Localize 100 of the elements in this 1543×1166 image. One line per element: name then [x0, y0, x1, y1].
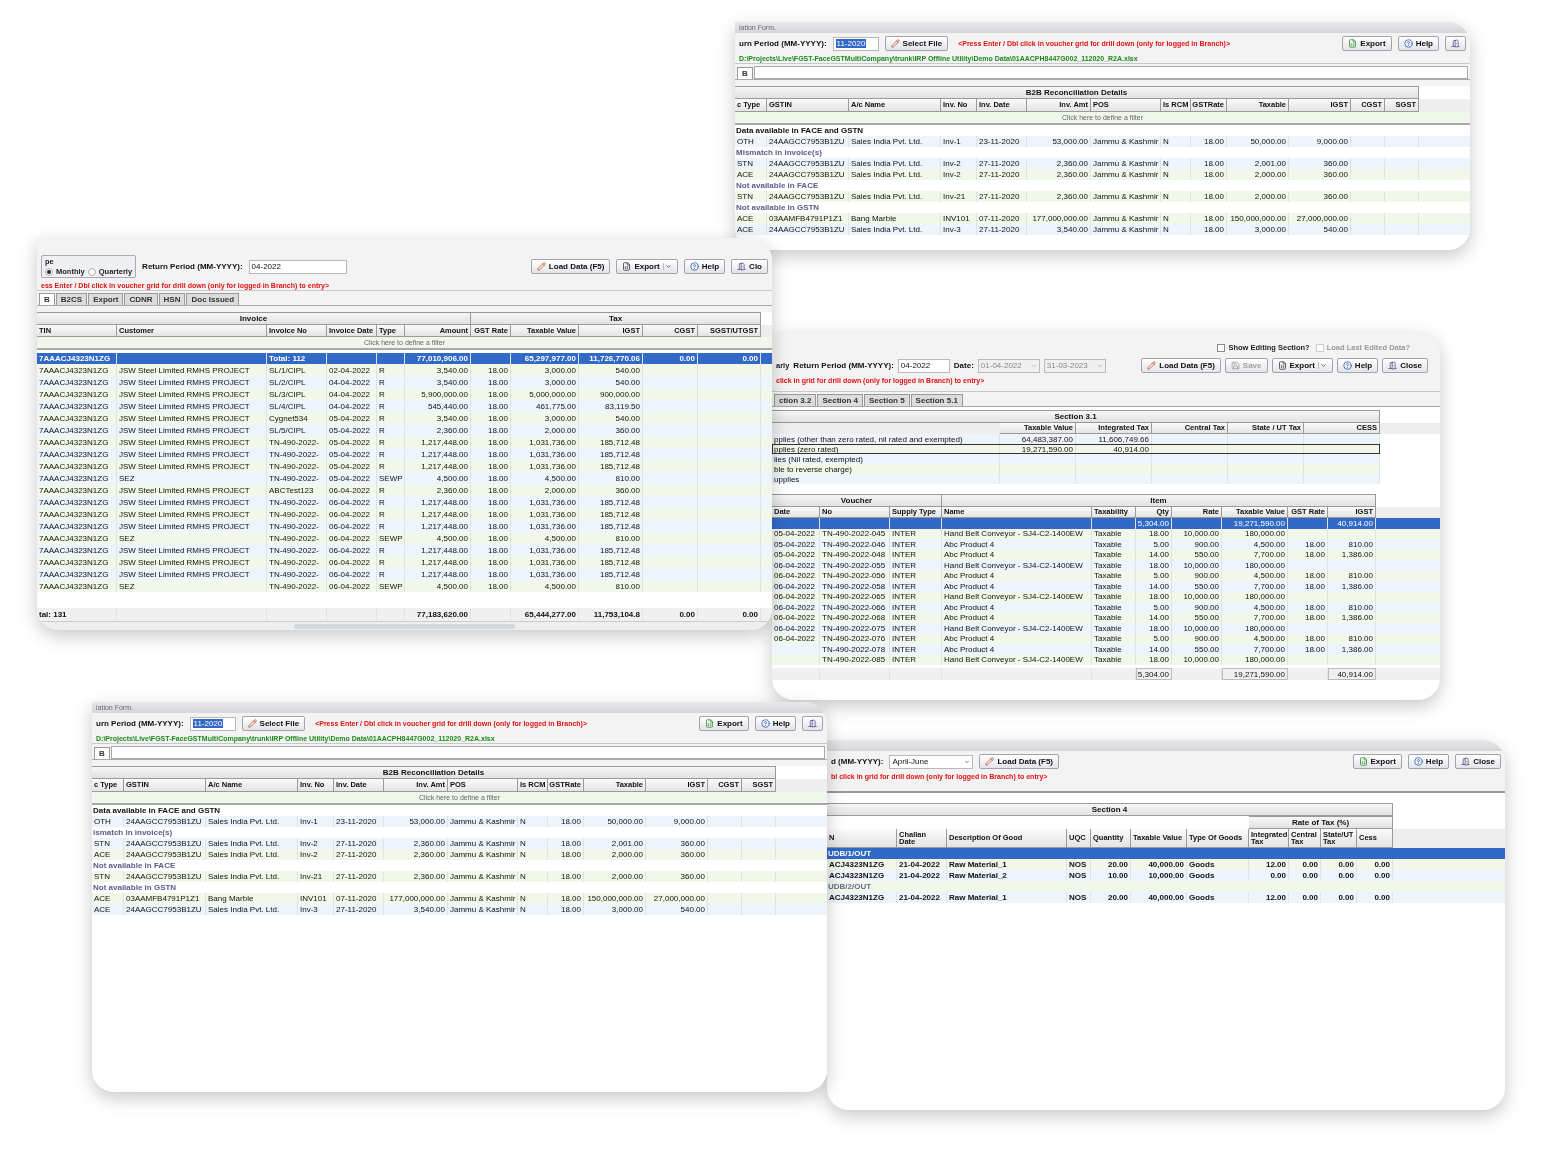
table-cell: SEWP	[377, 580, 405, 592]
tab[interactable]: HSN	[158, 293, 186, 305]
period-field[interactable]: 04-2022	[248, 259, 347, 274]
toolbar-button[interactable]: Export	[1352, 754, 1402, 769]
toolbar-button[interactable]: Help	[1397, 36, 1439, 51]
table-cell: 18.00	[1288, 581, 1328, 592]
caret-icon[interactable]	[964, 758, 971, 765]
table-cell: SEZ	[117, 580, 267, 592]
footer-total: 19,271,590.00	[1222, 668, 1288, 680]
toolbar-button[interactable]: Export	[616, 259, 678, 274]
table-cell: 4,500.00	[1222, 602, 1288, 613]
total-row[interactable]: 7AAACJ4323N1ZG Total: 112 77,010,906.00 65,297,977.00 11,726,770.06 0.00 0.00	[37, 353, 772, 364]
column-group-header: Tax	[471, 312, 761, 325]
table-cell: Taxable	[1092, 539, 1136, 550]
table-cell: 3,540.00	[384, 904, 448, 915]
table-cell: 180,000.00	[1222, 654, 1288, 665]
tab[interactable]: Export	[88, 293, 124, 305]
period-field[interactable]: 11-2020	[832, 36, 879, 51]
table-title: B2B Reconciliation Details	[92, 766, 776, 779]
dropdown-toggle[interactable]	[662, 263, 672, 270]
toolbar-button[interactable]: Load Data (F5)	[1141, 358, 1221, 373]
spreadsheet-icon	[1358, 757, 1368, 766]
table-cell: Sales India Pvt. Ltd.	[849, 224, 941, 235]
toolbar-button[interactable]: Help	[1407, 754, 1450, 769]
table-cell: 7AAACJ4323N1ZG	[37, 580, 117, 592]
table-cell: Abc Product 4	[942, 539, 1092, 550]
radio-button[interactable]	[87, 267, 96, 276]
dropdown-toggle[interactable]	[1317, 362, 1327, 369]
table-cell: TN-490-2022-078	[820, 644, 890, 655]
table-cell: 10,000.00	[1172, 560, 1222, 571]
tab[interactable]: Section 5.1	[910, 394, 963, 406]
scrollbar-thumb[interactable]	[294, 623, 515, 629]
period-field[interactable]: 11-2020	[189, 716, 236, 731]
document-icon	[1277, 361, 1287, 370]
tab[interactable]: CDNR	[124, 293, 158, 305]
toolbar-button[interactable]: Export	[699, 716, 749, 731]
caret-icon[interactable]	[1096, 362, 1103, 369]
table-cell: 21-04-2022	[897, 892, 947, 903]
table-cell: 24AAGCC7953B1ZU	[124, 904, 206, 915]
close-button[interactable]	[802, 716, 823, 731]
toolbar-button[interactable]: Load Data (F5)	[530, 259, 611, 274]
toolbar-button[interactable]: Export	[1271, 358, 1333, 373]
group-header: Mismatch in invoice(s)	[735, 147, 823, 158]
door-icon	[1461, 757, 1471, 766]
tab[interactable]: Doc Issued	[186, 293, 240, 305]
toolbar-button[interactable]: Close	[1382, 358, 1428, 373]
caret-icon[interactable]	[1030, 362, 1037, 369]
table-cell: 27-11-2020	[334, 904, 384, 915]
toolbar-button[interactable]: Help	[1336, 358, 1379, 373]
select-file-button[interactable]: Select File	[241, 716, 306, 731]
table-cell: 180,000.00	[1222, 560, 1288, 571]
field-label: d (MM-YYYY):	[831, 757, 884, 766]
tab[interactable]: ction 3.2	[774, 394, 817, 406]
table-title: Section 4	[827, 803, 1393, 816]
pencil-icon	[985, 757, 995, 766]
group-header: Data available in FACE and GSTN	[92, 805, 222, 816]
tab[interactable]: B2CS	[55, 293, 88, 305]
table-cell: 3,000.00	[584, 904, 646, 915]
load-button[interactable]: Load Data (F5)	[979, 754, 1059, 769]
toolbar-button[interactable]: Export	[1342, 36, 1392, 51]
table-cell: Sales India Pvt. Ltd.	[206, 904, 298, 915]
spreadsheet-icon	[705, 719, 715, 728]
tab[interactable]: B	[39, 293, 55, 305]
period-field[interactable]: 04-2022	[897, 358, 950, 373]
checkbox[interactable]	[1217, 343, 1226, 352]
table-cell: INTER	[890, 644, 942, 655]
table-cell: Taxable	[1092, 654, 1136, 665]
table-cell: TN-490-2022-055	[820, 560, 890, 571]
toolbar-button[interactable]: Help	[754, 716, 796, 731]
select-file-button[interactable]: Select File	[884, 36, 949, 51]
table-cell: Inv-3	[298, 904, 334, 915]
table-cell: 24AAGCC7953B1ZU	[767, 224, 849, 235]
table-cell: 18.00	[1288, 602, 1328, 613]
table-cell: 40,914.00	[1328, 518, 1376, 529]
close-button[interactable]	[1445, 36, 1466, 51]
table-title: B2B Reconciliation Details	[735, 86, 1419, 99]
radio-button[interactable]	[45, 267, 53, 276]
footer-total: 5,304.00	[1136, 668, 1172, 680]
table-cell: ACE	[735, 224, 767, 235]
table-cell: 12.00	[1249, 892, 1289, 903]
toolbar-button[interactable]: Help	[683, 259, 726, 274]
table-cell: 7,700.00	[1222, 644, 1288, 655]
table-cell: 810.00	[579, 580, 643, 592]
period-dropdown[interactable]: April-June	[889, 754, 974, 769]
table-cell: Hand Belt Conveyor - SJ4-C2-1400EW	[942, 623, 1092, 634]
table-cell: Inv-3	[941, 224, 977, 235]
table-cell: 550.00	[1172, 644, 1222, 655]
toolbar-button[interactable]: Close	[1455, 754, 1501, 769]
table-cell: 18.00	[1191, 224, 1227, 235]
table-cell: 14.00	[1136, 581, 1172, 592]
column-group-header: Item	[942, 494, 1376, 507]
tab[interactable]: B	[737, 67, 753, 79]
tab[interactable]: Section 4	[817, 394, 864, 406]
tab[interactable]: Section 5	[864, 394, 910, 406]
toolbar-button[interactable]: Clo	[731, 259, 768, 274]
door-icon	[808, 719, 817, 728]
field-label: urn Period (MM-YYYY):	[96, 719, 184, 728]
table-cell: 1,386.00	[1328, 644, 1376, 655]
tab[interactable]: B	[94, 747, 110, 759]
table-cell: INTER	[890, 654, 942, 665]
